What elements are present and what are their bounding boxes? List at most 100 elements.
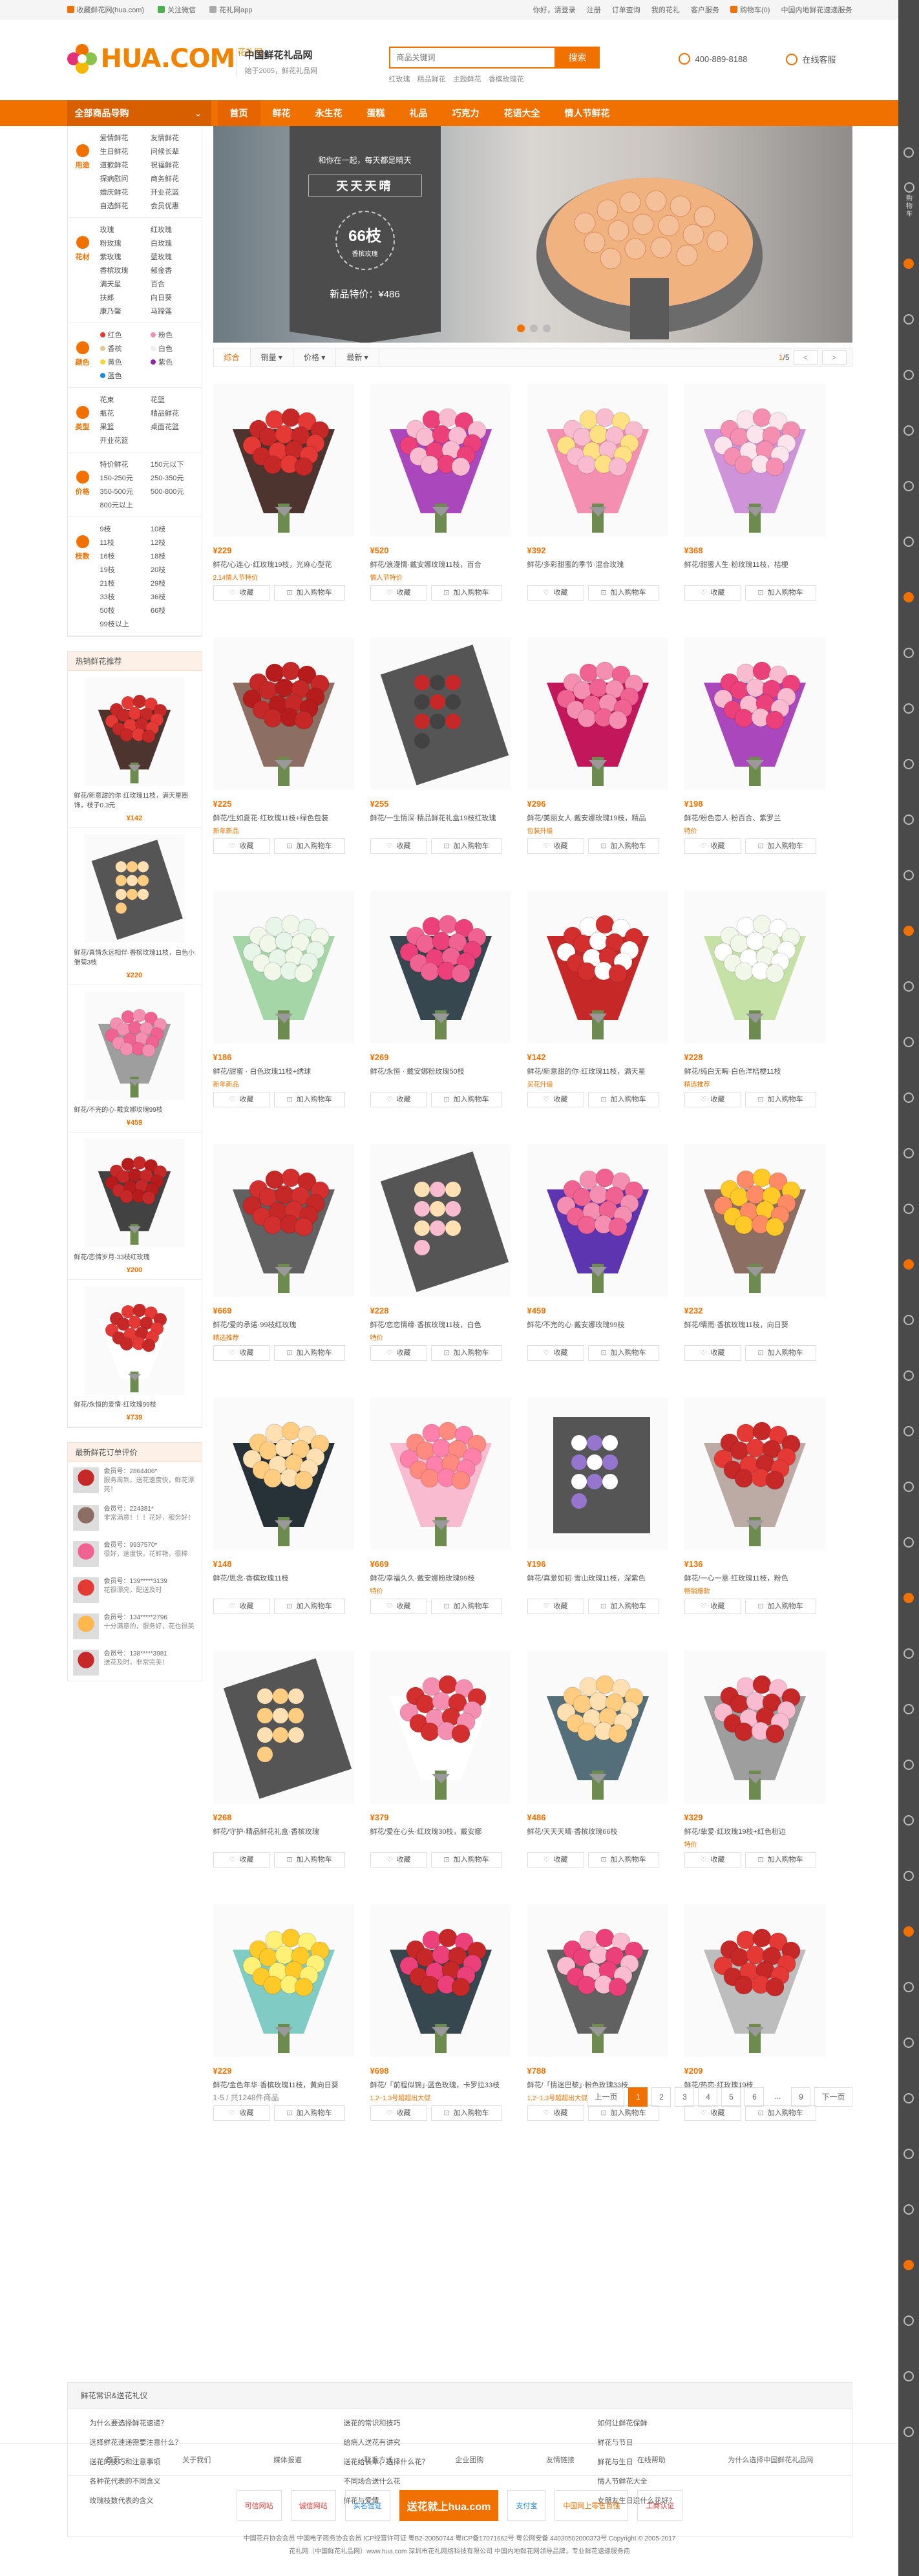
product-card[interactable]: ¥255 鲜花/一生情深·精品鲜花礼盒19枝红玫瑰 ♡ 收藏 ⊡ 加入购物车 [370,637,511,891]
hot-keyword[interactable]: 香槟玫瑰花 [489,76,524,83]
hot-product[interactable]: 鲜花/新意甜的你·红玫瑰11枝，满天星圈饰，枝子0.3元 ¥142 [67,671,202,828]
cart-link[interactable]: 购物车(0) [730,6,770,14]
favorite-button[interactable]: ♡ 收藏 [213,1092,270,1107]
favorite-button[interactable]: ♡ 收藏 [684,1599,741,1614]
favorite-button[interactable]: ♡ 收藏 [213,1599,270,1614]
filter-option[interactable]: 33枝 [100,591,151,602]
filter-option[interactable]: 会员优惠 [151,200,202,211]
phone-icon[interactable] [903,2038,914,2048]
footer-link[interactable]: 在线帮助 [637,2454,666,2465]
add-to-cart-button[interactable]: ⊡ 加入购物车 [745,1092,816,1107]
product-image[interactable] [684,891,825,1043]
hot-product[interactable]: 鲜花/恋情岁月·33枝红玫瑰 ¥200 [67,1133,202,1280]
phone-icon[interactable] [903,1315,914,1325]
filter-option[interactable]: 21枝 [100,578,151,588]
favorite-button[interactable]: ♡ 收藏 [684,838,741,854]
add-to-cart-button[interactable]: ⊡ 加入购物车 [273,1852,345,1868]
pager-page[interactable]: 2 [651,2087,671,2107]
favorite-button[interactable]: ♡ 收藏 [684,1345,741,1361]
product-image[interactable] [684,1651,825,1804]
product-image[interactable] [213,1651,354,1804]
product-image[interactable] [684,1904,825,2057]
filter-option[interactable]: 果篮 [100,421,151,432]
login-link[interactable]: 你好，请登录 [533,6,576,14]
add-to-cart-button[interactable]: ⊡ 加入购物车 [273,838,345,854]
hot-product-name[interactable]: 鲜花/恋情岁月·33枝红玫瑰 [74,1253,195,1262]
phone-icon[interactable] [903,2149,914,2159]
chat-icon[interactable] [903,592,914,602]
sort-default[interactable]: 综合 [213,348,251,367]
hot-product-name[interactable]: 鲜花/新意甜的你·红玫瑰11枝，满天星圈饰，枝子0.3元 [74,791,195,811]
filter-option[interactable]: 扶郎 [100,292,151,303]
filter-option[interactable]: 花篮 [151,394,202,405]
filter-option[interactable]: 12枝 [151,537,202,548]
nav-gifts[interactable]: 礼品 [397,100,440,126]
favorite-button[interactable]: ♡ 收藏 [370,1852,427,1868]
phone-icon[interactable] [903,1370,914,1381]
product-card[interactable]: ¥269 鲜花/永恒 · 戴安娜粉玫瑰50枝 ♡ 收藏 ⊡ 加入购物车 [370,891,511,1144]
footer-link[interactable]: 媒体报道 [273,2454,302,2465]
filter-option[interactable]: 18枝 [151,551,202,561]
filter-option[interactable]: 马蹄莲 [151,306,202,316]
add-to-cart-button[interactable]: ⊡ 加入购物车 [745,1599,816,1614]
promo-banner[interactable]: 和你在一起，每天都是晴天 天天天晴 66枝 香槟玫瑰 新品特价：¥486 [213,126,852,343]
favorite-button[interactable]: ♡ 收藏 [527,838,584,854]
filter-option[interactable]: 探病慰问 [100,173,151,184]
wechat-link[interactable]: 关注微信 [158,6,196,14]
pager-page[interactable]: 5 [721,2087,741,2107]
product-name[interactable]: 鲜花/真爱如初·雪山玫瑰11枝，深紫色 [527,1573,668,1583]
favorite-button[interactable]: ♡ 收藏 [370,1345,427,1361]
filter-option[interactable]: 250-350元 [151,473,202,483]
phone-icon[interactable] [903,1648,914,1659]
filter-option[interactable]: 红玫瑰 [151,224,202,235]
favorite-button[interactable]: ♡ 收藏 [213,585,270,601]
product-image[interactable] [370,637,511,790]
trust-badge[interactable]: 诚信网站 [290,2490,336,2521]
phone-icon[interactable] [903,1204,914,1214]
product-image[interactable] [684,1398,825,1550]
filter-option[interactable]: 紫色 [151,357,202,367]
footer-link[interactable]: 为什么选择中国鲜花礼品网 [728,2454,813,2465]
favorite-button[interactable]: ♡ 收藏 [370,838,427,854]
filter-option[interactable]: 红色 [100,330,151,340]
product-card[interactable]: ¥268 鲜花/守护·精品鲜花礼盒·香槟玫瑰 ♡ 收藏 ⊡ 加入购物车 [213,1651,354,1904]
filter-option[interactable]: 500-800元 [151,486,202,496]
footer-link[interactable]: 首页 [106,2454,120,2465]
site-logo[interactable]: HUA.COM 花礼网 [67,44,262,74]
filter-option[interactable]: 粉玫瑰 [100,238,151,248]
product-name[interactable]: 鲜花/新意甜的你·红玫瑰11枝，满天星 [527,1066,668,1076]
product-card[interactable]: ¥669 鲜花/幸福久久·戴安娜粉玫瑰99枝 特价 ♡ 收藏 ⊡ 加入购物车 [370,1398,511,1651]
product-name[interactable]: 鲜花/粉色恋人·粉百合、紫罗兰 [684,813,825,823]
add-to-cart-button[interactable]: ⊡ 加入购物车 [587,838,659,854]
filter-option[interactable]: 自选鲜花 [100,200,151,211]
add-to-cart-button[interactable]: ⊡ 加入购物车 [273,1599,345,1614]
faq-link[interactable]: 送花的常识和技巧 [344,2418,598,2428]
trust-badge[interactable]: 可信网站 [236,2490,282,2521]
chat-icon[interactable] [903,1092,914,1103]
favorite-button[interactable]: ♡ 收藏 [370,1599,427,1614]
favorite-button[interactable]: ♡ 收藏 [684,1852,741,1868]
product-name[interactable]: 鲜花/多彩甜蜜的季节·混合玫瑰 [527,559,668,569]
sort-price[interactable]: 价格 ▾ [293,348,337,367]
filter-option[interactable]: 11枝 [100,537,151,548]
phone-icon[interactable] [903,1537,914,1548]
filter-option[interactable]: 特价鲜花 [100,459,151,469]
hot-product-image[interactable] [74,1139,195,1248]
product-name[interactable]: 鲜花/睛雨·香槟玫瑰11枝，向日葵 [684,1319,825,1330]
phone-icon[interactable] [903,1704,914,1714]
product-card[interactable]: ¥148 鲜花/思念·香槟玫瑰11枝 ♡ 收藏 ⊡ 加入购物车 [213,1398,354,1651]
product-image[interactable] [370,891,511,1043]
chat-icon[interactable] [903,1426,914,1436]
product-image[interactable] [370,1904,511,2057]
favorite-button[interactable]: ♡ 收藏 [684,585,741,601]
filter-option[interactable]: 康乃馨 [100,306,151,316]
filter-option[interactable]: 白玫瑰 [151,238,202,248]
carousel-dot[interactable] [529,325,538,332]
hot-product[interactable]: 鲜花/不完的心·戴安娜玫瑰99枝 ¥459 [67,985,202,1133]
filter-option[interactable]: 向日葵 [151,292,202,303]
product-name[interactable]: 鲜花/爱的承诺·99枝红玫瑰 [213,1319,354,1330]
nav-valentine[interactable]: 情人节鲜花 [553,100,622,126]
filter-option[interactable]: 36枝 [151,591,202,602]
add-to-cart-button[interactable]: ⊡ 加入购物车 [745,585,816,601]
filter-option[interactable]: 友情鲜花 [151,133,202,143]
